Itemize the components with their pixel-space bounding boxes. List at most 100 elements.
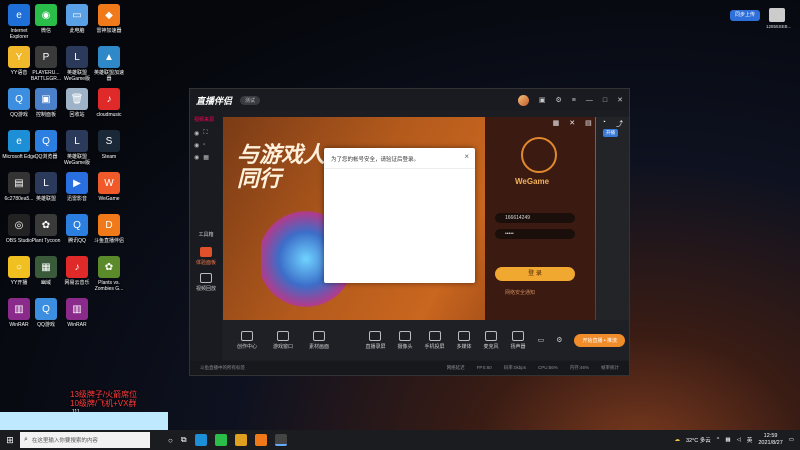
source-row[interactable]: ◉ ▦ [194,153,218,161]
desktop-icon-top-right[interactable]: 12855SEB... [766,8,791,29]
status-stat: FPS:60 [476,365,492,370]
desktop-icon-label: 回收站 [69,112,85,118]
bell-icon[interactable]: ◔ [602,119,606,129]
tool-media[interactable]: 多媒体 [457,330,472,350]
settings-icon[interactable]: ⚙ [556,336,562,344]
file-explorer-icon[interactable] [234,434,247,446]
eye-icon[interactable]: ◉ [194,130,199,137]
eye-icon[interactable]: ◉ [194,142,199,149]
status-stat: 内存:46% [569,365,589,370]
task-view-icon-2[interactable]: ⧉ [181,435,187,445]
sidebar-item-toolbox[interactable]: 工具箱 [192,231,220,238]
desktop-icon[interactable]: ◆ 雷神加速器 [92,4,126,34]
account-field[interactable]: 166614249 [495,213,575,223]
tool-speaker[interactable]: 扬声器 [511,330,526,350]
status-stat: 网络延迟 [446,365,465,370]
tool-creator-center[interactable]: 创作中心 [237,330,257,350]
square-badge[interactable]: 开播 [603,129,618,137]
share-icon[interactable]: ⤴ [616,119,623,129]
volume-icon[interactable]: ◁ [737,437,741,443]
tool-camera[interactable]: 摄像头 [397,330,413,350]
screenshot-icon[interactable]: ▣ [539,96,546,104]
desktop-icon-label: Plant Tycoon [31,238,61,244]
douyu-icon[interactable] [254,434,267,446]
desktop-icon[interactable]: ▣ 控制面板 [29,88,63,118]
taskbar: ⊞ ⌕ 在这里输入你要搜索的内容 ○ ⧉ ☁ 32°C 多云 ^ ▦ ◁ 英 1… [0,430,800,450]
desktop-icon[interactable]: ▶ 迅雷影音 [60,172,94,202]
settings-icon[interactable]: ⚙ [556,96,562,104]
desktop-icon[interactable]: S Steam [92,130,126,160]
tool-label: 摄像头 [397,343,413,350]
app-icon: ▥ [8,298,30,320]
wechat-icon[interactable] [214,434,227,446]
source-row[interactable]: ◉ ⛶ [194,129,218,137]
desktop-icon[interactable]: W WeGame [92,172,126,202]
weather-text[interactable]: 32°C 多云 [686,436,711,444]
close-icon[interactable]: ✕ [617,96,623,104]
desktop-icon[interactable]: ✿ Plant Tycoon [29,214,63,244]
desktop-icon-label: 英雄联盟加速器 [93,70,124,82]
clock[interactable]: 12:59 2021/8/27 [758,433,782,447]
sidebar-item-replay[interactable]: 视频回放 [192,273,220,292]
desktop-icon[interactable]: ◉ 微信 [29,4,63,34]
status-stats: 网络延迟 FPS:60 码率:0kbps CPU:56% 内存:46% 帧率统计 [447,365,619,371]
desktop-icon[interactable]: L 英雄联盟 WeGame版 [60,46,94,82]
password-field[interactable]: ••••• [495,229,575,239]
source-row[interactable]: ◉ ▫ [194,141,218,149]
tool-screen-record[interactable]: 直播录屏 [365,330,386,350]
layers-icon[interactable]: ▤ [585,119,592,129]
user-avatar[interactable] [517,94,529,106]
desktop-icon[interactable]: Q 腾讯QQ [60,214,94,244]
maximize-icon[interactable]: □ [603,97,607,104]
windows-start-icon[interactable]: ⊞ [0,435,20,446]
network-icon[interactable]: ▦ [725,437,730,443]
system-tray: ☁ 32°C 多云 ^ ▦ ◁ 英 12:59 2021/8/27 ▭ [674,433,800,447]
sidebar-item-panel[interactable]: 体验面板 [192,247,220,266]
desktop-icon-label: 英雄联盟 WeGame版 [63,154,91,166]
beta-badge[interactable]: 测试 [240,95,261,105]
close-icon[interactable]: ✕ [569,119,575,129]
tool-game-window[interactable]: 游戏窗口 [273,330,294,350]
desktop-icon[interactable]: ♪ cloudmusic [92,88,126,118]
task-view-icon[interactable]: ○ [168,436,173,445]
tool-label: 游戏窗口 [273,343,294,350]
desktop-icon[interactable]: L 英雄联盟 [29,172,63,202]
menu-icon[interactable]: ≡ [572,97,576,104]
desktop-icon[interactable]: ✿ Plants vs. Zombies G... [92,256,126,292]
desktop-icon[interactable]: ▦ 幽域 [29,256,63,286]
desktop-icon[interactable]: ▥ WinRAR [60,298,94,328]
desktop-icon[interactable]: ▲ 英雄联盟加速器 [92,46,126,82]
tool-phone-cast[interactable]: 手机投屏 [425,330,445,350]
eye-icon[interactable]: ◉ [194,154,199,161]
tool-microphone[interactable]: 麦克风 [484,330,499,350]
desktop-icon[interactable]: Q QQ游戏 [29,298,63,328]
grid-icon[interactable]: ▦ [553,119,560,129]
wegame-brand: WeGame [515,177,550,186]
tool-material[interactable]: 素材画面 [309,330,329,350]
desktop-icon[interactable]: 🗑 回收站 [60,88,94,118]
sync-upload-button[interactable]: 同步上传 [729,10,760,21]
minimize-icon[interactable]: — [586,97,593,104]
dialog-close-button[interactable]: × [464,152,469,161]
notification-icon[interactable]: ▭ [789,437,794,443]
tool-label: 直播录屏 [365,343,386,350]
game-window-icon [277,330,290,341]
record-icon[interactable]: ▭ [538,336,545,344]
live-companion-icon[interactable] [274,434,287,446]
taskbar-search[interactable]: ⌕ 在这里输入你要搜索的内容 [20,432,150,448]
desktop-icon[interactable]: ♪ 网易云音乐 [60,256,94,286]
start-live-button[interactable]: 开始直播 • 推流 [574,333,625,347]
app-icon: L [66,130,88,152]
edge-icon[interactable] [194,434,207,446]
overlay-line-1: 13级牌子/火箭席位 [70,390,138,399]
desktop-icon[interactable]: D 斗鱼直播伴侣 [92,214,126,244]
desktop-icon[interactable]: P PLAYERU... BATTLEGR... [29,46,63,82]
login-button[interactable]: 登 录 [495,267,575,281]
ime-icon[interactable]: 英 [747,436,753,444]
desktop-icon[interactable]: L 英雄联盟 WeGame版 [60,130,94,166]
tray-expand-icon[interactable]: ^ [717,437,720,443]
security-notice-link[interactable]: 网络安全通知 [505,289,535,296]
app-icon: Q [35,130,57,152]
desktop-icon[interactable]: ▭ 此电脑 [60,4,94,34]
desktop-icon[interactable]: Q QQ浏览器 [29,130,63,160]
